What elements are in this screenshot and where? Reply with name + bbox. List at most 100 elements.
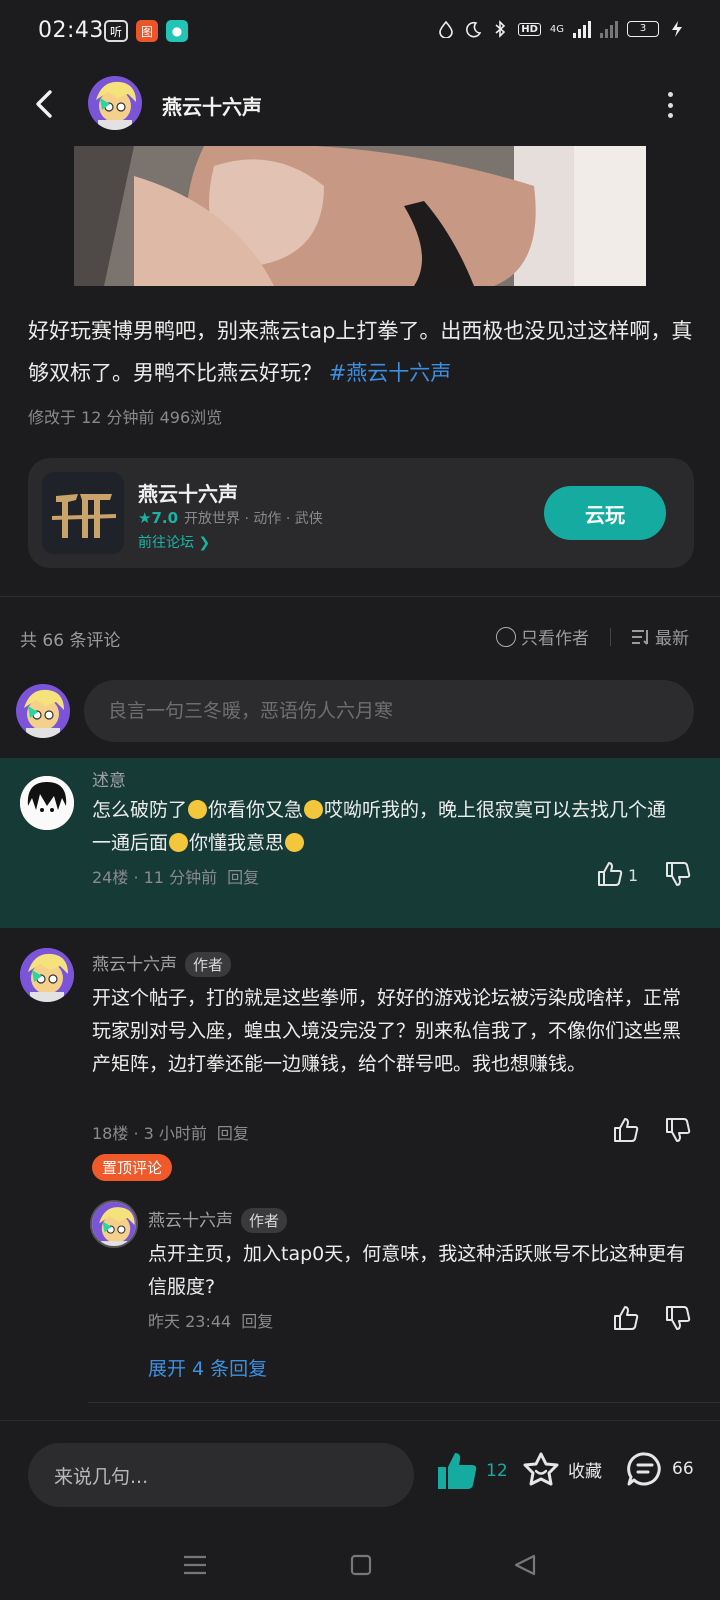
comment-text: 怎么破防了 你看你又急 哎呦听我的，晚上很寂寞可以去找几个通一通后面 你懂我意思: [92, 794, 682, 860]
game-title: 燕云十六声: [138, 482, 238, 506]
comment-count: 共 66 条评论: [20, 631, 121, 651]
commenter-name[interactable]: 燕云十六声: [148, 1211, 233, 1231]
sort-label: 最新: [655, 629, 689, 649]
section-divider: [0, 596, 720, 597]
comment-floor-time: 18楼 · 3 小时前: [92, 1124, 207, 1143]
more-menu-icon[interactable]: [664, 92, 676, 118]
sub-reply-text: 点开主页，加入tap0天，何意味，我这种活跃账号不比这种更有信服度?: [148, 1243, 686, 1298]
game-rating-row: ★7.0: [138, 509, 178, 527]
bottom-comment-input[interactable]: 来说几句...: [28, 1443, 414, 1507]
comment-text-part: 怎么破防了: [92, 799, 188, 821]
post-like-count: 12: [486, 1461, 508, 1481]
favorite-button[interactable]: 收藏: [522, 1451, 602, 1487]
comment-bubble-icon: [627, 1452, 661, 1486]
thumbs-down-icon[interactable]: [664, 860, 692, 888]
post-header: 燕云十六声: [0, 62, 720, 146]
bluetooth-icon: [495, 20, 506, 38]
commenter-avatar[interactable]: [20, 776, 74, 830]
author-name[interactable]: 燕云十六声: [162, 91, 262, 120]
thumbs-up-icon[interactable]: [612, 1116, 640, 1144]
comments-header: 共 66 条评论 只看作者 最新: [0, 618, 720, 654]
game-tags: 开放世界 · 动作 · 武侠: [184, 511, 323, 527]
commenter-name[interactable]: 述意: [92, 766, 126, 791]
favorite-label: 收藏: [568, 1461, 602, 1482]
chevron-right-icon: ❯: [198, 535, 211, 551]
emoji-icon: [304, 800, 324, 819]
signal-bars-icon: [573, 20, 591, 38]
game-icon: [42, 472, 124, 554]
forum-link[interactable]: 前往论坛 ❯: [138, 532, 210, 552]
emoji-icon: [285, 833, 305, 852]
post-meta: 修改于 12 分钟前 496浏览: [28, 408, 223, 427]
thumbs-down-icon[interactable]: [664, 1116, 692, 1144]
pinned-badge: 置顶评论: [92, 1154, 173, 1181]
post-image[interactable]: [74, 146, 646, 286]
charging-bolt-icon: [672, 21, 682, 37]
battery-icon: 3: [627, 21, 659, 37]
comment-text-part: 你看你又急: [208, 799, 304, 821]
game-card[interactable]: 燕云十六声 ★7.0 开放世界 · 动作 · 武侠 前往论坛 ❯ 云玩: [28, 458, 694, 568]
menu-icon[interactable]: [180, 1552, 210, 1578]
comment-input[interactable]: [84, 680, 694, 742]
emoji-icon: [188, 800, 208, 819]
back-arrow-icon[interactable]: [30, 86, 62, 122]
post-comment-count: 66: [672, 1459, 694, 1479]
moon-icon: [466, 21, 482, 38]
thumbs-up-icon[interactable]: [596, 860, 624, 888]
author-avatar[interactable]: [88, 76, 142, 130]
system-nav-bar: [0, 1530, 720, 1600]
home-square-icon[interactable]: [346, 1552, 376, 1578]
radio-icon: [496, 626, 516, 647]
comment-text-part: 你懂我意思: [189, 832, 285, 854]
like-post-button[interactable]: 12: [436, 1451, 508, 1491]
forum-link-label: 前往论坛: [138, 535, 194, 551]
sort-button[interactable]: 最新: [630, 624, 689, 649]
reply-button[interactable]: 回复: [217, 1124, 249, 1143]
comment-divider: [88, 1402, 720, 1403]
author-badge: 作者: [185, 952, 232, 977]
post-body: 好好玩赛博男鸭吧，别来燕云tap上打拳了。出西极也没见过这样啊，真够双标了。男鸭…: [28, 310, 698, 394]
thumbs-up-icon[interactable]: [612, 1304, 640, 1332]
bottom-action-bar: 来说几句... 12 收藏 66: [0, 1420, 720, 1520]
expand-replies-link[interactable]: 展开 4 条回复: [148, 1354, 267, 1381]
only-author-toggle[interactable]: 只看作者: [496, 624, 589, 649]
comment-input-pill[interactable]: [84, 680, 694, 742]
comments-button[interactable]: 66: [626, 1451, 694, 1487]
ppt-app-icon: 图: [136, 20, 158, 42]
comment-meta: 24楼 · 11 分钟前 回复: [92, 864, 259, 888]
signal-bars-2-icon: [600, 20, 618, 38]
thumbs-down-icon[interactable]: [664, 1304, 692, 1332]
reply-button[interactable]: 回复: [227, 868, 259, 887]
post-hashtag[interactable]: #燕云十六声: [329, 361, 452, 385]
star-outline-icon: [523, 1452, 559, 1486]
game-info: ★7.0 开放世界 · 动作 · 武侠: [138, 508, 323, 528]
only-author-label: 只看作者: [521, 629, 589, 649]
game-rating: 7.0: [151, 509, 179, 527]
sub-reply-avatar[interactable]: [90, 1200, 138, 1248]
comment-text: 开这个帖子，打的就是这些拳师，好好的游戏论坛被污染成啥样，正常玩家别对号入座，蝗…: [92, 987, 682, 1075]
emoji-icon: [169, 833, 189, 852]
thumbs-up-filled-icon: [438, 1453, 477, 1489]
status-indicators: HD 4G 3: [437, 20, 686, 38]
hd-badge: HD: [518, 22, 541, 36]
vertical-separator: [610, 628, 611, 646]
comment-item-highlighted: 述意 怎么破防了 你看你又急 哎呦听我的，晚上很寂寞可以去找几个通一通后面 你懂我意思…: [0, 758, 720, 928]
cloud-play-button[interactable]: 云玩: [544, 486, 666, 540]
sub-reply-time: 昨天 23:44: [148, 1312, 232, 1331]
comment-floor-time: 24楼 · 11 分钟前: [92, 868, 218, 887]
comment-meta: 18楼 · 3 小时前 回复: [92, 1120, 249, 1144]
my-avatar: [16, 684, 70, 738]
like-count: 1: [628, 866, 639, 885]
water-drop-icon: [439, 20, 454, 38]
sub-reply-name-row: 燕云十六声 作者: [148, 1206, 288, 1233]
commenter-name[interactable]: 燕云十六声: [92, 955, 177, 975]
author-comment-name-row: 燕云十六声 作者: [92, 950, 232, 977]
sort-list-icon: [632, 629, 648, 645]
status-bar: 02:43 听 图 ● HD 4G 3: [0, 0, 720, 62]
back-triangle-icon[interactable]: [510, 1552, 540, 1578]
status-time: 02:43: [38, 18, 104, 43]
author-comment-avatar[interactable]: [20, 948, 74, 1002]
reply-button[interactable]: 回复: [241, 1312, 273, 1331]
ting-app-icon: 听: [104, 20, 128, 42]
status-app-icons: 听 图 ●: [104, 20, 188, 42]
